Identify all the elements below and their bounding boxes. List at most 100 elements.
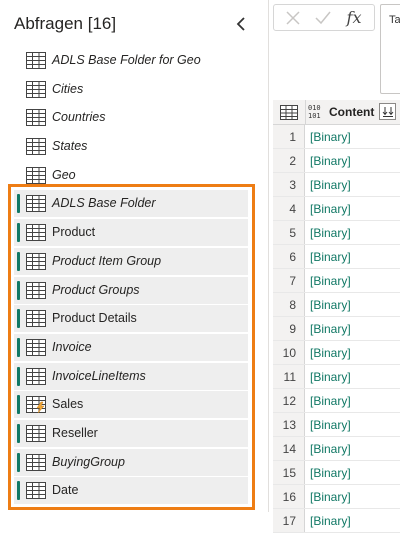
table-row: 3 [Binary] (273, 173, 400, 197)
row-number[interactable]: 11 (273, 365, 305, 388)
commit-formula-button[interactable] (312, 8, 334, 27)
row-number[interactable]: 7 (273, 269, 305, 292)
row-number[interactable]: 3 (273, 173, 305, 196)
row-number[interactable]: 1 (273, 125, 305, 148)
table-icon (26, 52, 46, 69)
group-indicator-bar (17, 395, 20, 415)
query-label: Invoice (52, 339, 92, 354)
queries-pane-title: Abfragen [16] (14, 14, 117, 33)
insert-function-button[interactable]: fx (343, 8, 365, 27)
binary-cell[interactable]: [Binary] (306, 173, 400, 196)
binary-cell[interactable]: [Binary] (306, 413, 400, 436)
group-indicator-bar (17, 337, 20, 357)
binary-cell[interactable]: [Binary] (306, 197, 400, 220)
table-icon (26, 252, 46, 270)
binary-cell[interactable]: [Binary] (306, 149, 400, 172)
query-item[interactable]: Product Item Group (14, 247, 248, 275)
query-item[interactable]: Product Groups (14, 276, 248, 304)
query-item[interactable]: ADLS Base Folder (14, 190, 248, 218)
table-icon (26, 166, 46, 184)
binary-cell[interactable]: [Binary] (306, 389, 400, 412)
binary-cell[interactable]: [Binary] (306, 485, 400, 508)
table-menu-button[interactable] (273, 100, 306, 124)
query-label: Geo (52, 167, 76, 182)
binary-cell[interactable]: [Binary] (306, 461, 400, 484)
binary-cell[interactable]: [Binary] (306, 509, 400, 532)
expand-binary-button[interactable] (379, 103, 396, 120)
row-number[interactable]: 10 (273, 341, 305, 364)
query-item[interactable]: BuyingGroup (14, 448, 248, 476)
row-number[interactable]: 5 (273, 221, 305, 244)
check-icon (315, 11, 331, 24)
binary-cell[interactable]: [Binary] (306, 269, 400, 292)
table-icon (280, 104, 298, 120)
row-number[interactable]: 12 (273, 389, 305, 412)
row-number[interactable]: 2 (273, 149, 305, 172)
binary-cell[interactable]: [Binary] (306, 437, 400, 460)
query-item[interactable]: States (14, 133, 248, 160)
query-item[interactable]: ADLS Base Folder for Geo (14, 47, 248, 74)
table-row: 10 [Binary] (273, 341, 400, 365)
binary-cell[interactable]: [Binary] (306, 221, 400, 244)
grid-body: 1 [Binary] 2 [Binary] 3 [Binary] 4 [Binary] 5 [Bi… (273, 125, 400, 533)
group-indicator-bar (17, 423, 20, 443)
formula-input[interactable]: Ta (380, 4, 400, 94)
collapse-pane-button[interactable] (230, 13, 252, 35)
query-item[interactable]: Sales (14, 391, 248, 419)
data-grid: 010 101 Content 1 [Binary] 2 [Binary] 3 [Binar… (273, 100, 400, 533)
query-label: Product Details (52, 311, 137, 326)
binary-cell[interactable]: [Binary] (306, 125, 400, 148)
query-label: BuyingGroup (52, 454, 125, 469)
query-item[interactable]: Geo (14, 162, 248, 189)
query-item[interactable]: Invoice (14, 333, 248, 361)
queries-pane-header: Abfragen [16] (0, 0, 268, 48)
group-indicator-bar (17, 452, 20, 472)
query-list: ADLS Base Folder for Geo Cities Countrie… (0, 47, 268, 506)
binary-cell[interactable]: [Binary] (306, 341, 400, 364)
query-item[interactable]: Cities (14, 76, 248, 103)
row-number[interactable]: 4 (273, 197, 305, 220)
table-icon (26, 195, 46, 213)
table-icon (26, 80, 46, 98)
pane-divider (268, 0, 269, 512)
row-number[interactable]: 13 (273, 413, 305, 436)
query-item[interactable]: Product Details (14, 305, 248, 333)
formula-button-group: fx (273, 4, 375, 31)
binary-type-line-2: 101 (308, 112, 321, 120)
query-item[interactable]: Countries (14, 104, 248, 131)
table-row: 13 [Binary] (273, 413, 400, 437)
row-number[interactable]: 17 (273, 509, 305, 532)
fx-label: fx (346, 8, 362, 27)
table-row: 16 [Binary] (273, 485, 400, 509)
query-item[interactable]: Product (14, 219, 248, 247)
binary-cell[interactable]: [Binary] (306, 245, 400, 268)
chevron-left-icon (236, 17, 245, 31)
cancel-formula-button[interactable] (282, 8, 304, 27)
binary-cell[interactable]: [Binary] (306, 317, 400, 340)
table-row: 2 [Binary] (273, 149, 400, 173)
query-item[interactable]: InvoiceLineItems (14, 362, 248, 390)
query-item[interactable]: Date (14, 477, 248, 505)
table-icon (26, 482, 46, 500)
row-number[interactable]: 14 (273, 437, 305, 460)
row-number[interactable]: 15 (273, 461, 305, 484)
row-number[interactable]: 9 (273, 317, 305, 340)
query-label: Product (52, 225, 96, 240)
row-number[interactable]: 6 (273, 245, 305, 268)
query-label: ADLS Base Folder for Geo (52, 53, 201, 67)
group-indicator-bar (17, 481, 20, 501)
table-icon (26, 109, 46, 127)
row-number[interactable]: 8 (273, 293, 305, 316)
group-indicator-bar (17, 223, 20, 243)
binary-type-icon[interactable]: 010 101 (308, 104, 321, 120)
table-row: 17 [Binary] (273, 509, 400, 533)
query-item[interactable]: Reseller (14, 419, 248, 447)
queries-pane: Abfragen [16] ADLS Base Folder for Geo C… (0, 0, 268, 512)
column-header-content[interactable]: 010 101 Content (306, 100, 400, 124)
grid-header: 010 101 Content (273, 100, 400, 125)
binary-cell[interactable]: [Binary] (306, 365, 400, 388)
binary-cell[interactable]: [Binary] (306, 293, 400, 316)
table-icon (26, 367, 46, 385)
query-label: Product Item Group (52, 253, 162, 268)
row-number[interactable]: 16 (273, 485, 305, 508)
